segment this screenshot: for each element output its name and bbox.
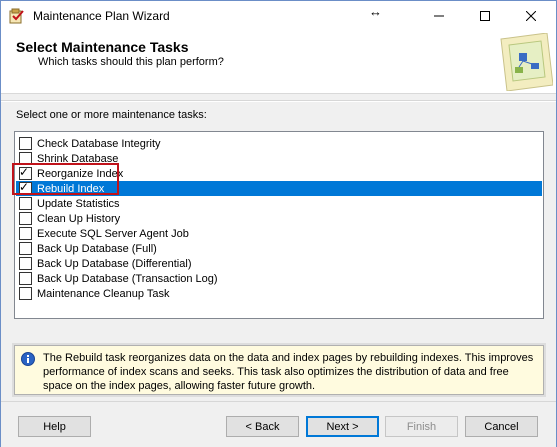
task-checkbox[interactable] xyxy=(19,242,32,255)
maximize-icon xyxy=(480,11,490,21)
back-button[interactable]: < Back xyxy=(226,416,299,437)
wizard-app-icon xyxy=(9,8,24,24)
task-label: Execute SQL Server Agent Job xyxy=(37,227,189,240)
task-label: Back Up Database (Full) xyxy=(37,242,157,255)
maintenance-task-list[interactable]: Check Database Integrity Shrink Database ✓… xyxy=(14,131,544,319)
wizard-header: Select Maintenance Tasks Which tasks sho… xyxy=(1,31,556,94)
checkmark-icon: ✓ xyxy=(19,180,30,194)
task-item[interactable]: Back Up Database (Differential) xyxy=(16,256,542,271)
task-label: Shrink Database xyxy=(37,152,119,165)
task-checkbox[interactable] xyxy=(19,272,32,285)
task-checkbox[interactable] xyxy=(19,152,32,165)
finish-button[interactable]: Finish xyxy=(385,416,458,437)
title-bar[interactable]: Maintenance Plan Wizard ↔ xyxy=(1,1,556,31)
task-label: Back Up Database (Differential) xyxy=(37,257,192,270)
task-checkbox[interactable] xyxy=(19,257,32,270)
wizard-header-art-icon xyxy=(500,33,553,91)
page-subtitle: Which tasks should this plan perform? xyxy=(38,56,224,68)
close-button[interactable] xyxy=(508,1,554,31)
task-label: Clean Up History xyxy=(37,212,121,225)
header-divider xyxy=(1,100,556,102)
task-label: Rebuild Index xyxy=(37,182,105,195)
cancel-button[interactable]: Cancel xyxy=(465,416,538,437)
task-item[interactable]: Maintenance Cleanup Task xyxy=(16,286,542,301)
task-item[interactable]: Back Up Database (Full) xyxy=(16,241,542,256)
task-checkbox[interactable] xyxy=(19,197,32,210)
task-item[interactable]: ✓ Rebuild Index xyxy=(16,180,542,196)
task-item[interactable]: Clean Up History xyxy=(16,211,542,226)
task-label: Update Statistics xyxy=(37,197,120,210)
task-item[interactable]: Update Statistics xyxy=(16,196,542,211)
info-icon xyxy=(21,352,35,366)
task-checkbox[interactable]: ✓ xyxy=(19,165,32,180)
minimize-button[interactable] xyxy=(416,1,462,31)
task-item[interactable]: ✓ Reorganize Index xyxy=(16,165,542,181)
checkmark-icon: ✓ xyxy=(19,165,30,179)
task-checkbox[interactable] xyxy=(19,287,32,300)
task-description-box: The Rebuild task reorganizes data on the… xyxy=(12,343,546,397)
task-checkbox[interactable]: ✓ xyxy=(19,180,32,195)
page-title: Select Maintenance Tasks xyxy=(16,39,189,55)
task-description-text: The Rebuild task reorganizes data on the… xyxy=(43,352,534,392)
maximize-button[interactable] xyxy=(462,1,508,31)
task-checkbox[interactable] xyxy=(19,212,32,225)
next-button[interactable]: Next > xyxy=(306,416,379,437)
task-label: Back Up Database (Transaction Log) xyxy=(37,272,218,285)
task-checkbox[interactable] xyxy=(19,227,32,240)
task-item[interactable]: Execute SQL Server Agent Job xyxy=(16,226,542,241)
close-icon xyxy=(526,11,536,21)
task-label: Maintenance Cleanup Task xyxy=(37,287,170,300)
tasks-prompt-label: Select one or more maintenance tasks: xyxy=(16,109,207,121)
help-button[interactable]: Help xyxy=(18,416,91,437)
window-title: Maintenance Plan Wizard xyxy=(33,9,170,23)
minimize-icon xyxy=(434,15,444,17)
task-item[interactable]: Shrink Database xyxy=(16,151,542,166)
wizard-window: Maintenance Plan Wizard ↔ Select Mainten… xyxy=(0,0,557,447)
task-checkbox[interactable] xyxy=(19,137,32,150)
resize-cursor-icon: ↔ xyxy=(369,4,382,19)
task-item[interactable]: Back Up Database (Transaction Log) xyxy=(16,271,542,286)
task-label: Reorganize Index xyxy=(37,167,124,180)
task-item[interactable]: Check Database Integrity xyxy=(16,136,542,151)
task-label: Check Database Integrity xyxy=(37,137,161,150)
wizard-footer: Help < Back Next > Finish Cancel xyxy=(1,401,556,447)
